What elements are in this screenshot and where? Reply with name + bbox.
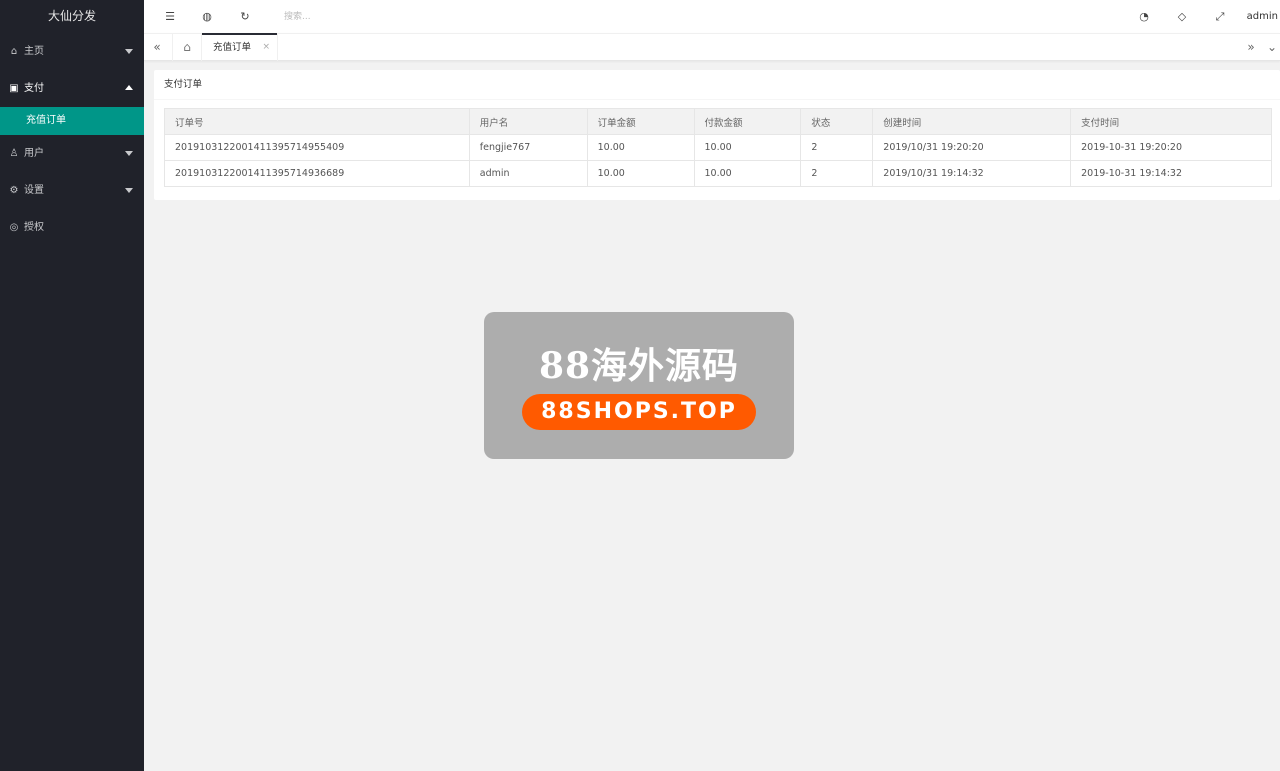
sidebar-item-label: 用户 [24,148,44,159]
cell-paid-amount: 10.00 [693,160,802,187]
cell-order-amount: 10.00 [586,134,695,161]
sidebar-item-settings[interactable]: ⚙ 设置 [0,172,144,209]
sidebar-item-payment[interactable]: ▣ 支付 [0,70,144,107]
tab-label: 充值订单 [213,42,252,53]
sidebar-item-label: 支付 [24,83,44,94]
cell-paid-amount: 10.00 [693,134,802,161]
refresh-icon[interactable]: ↻ [235,0,255,33]
app-logo-title[interactable]: 大仙分发 [0,0,144,33]
sidebar-item-label: 授权 [24,222,44,233]
column-header-created-at: 创建时间 [872,108,1072,135]
column-header-order-no: 订单号 [164,108,470,135]
column-header-username: 用户名 [468,108,588,135]
theme-palette-icon[interactable]: ◔ [1134,0,1154,33]
cell-order-no: 2019103122001411395714936689 [164,160,470,187]
chevron-down-icon [125,49,133,54]
cell-status: 2 [800,134,874,161]
cell-created-at: 2019/10/31 19:14:32 [872,160,1072,187]
table-row[interactable]: 2019103122001411395714936689 admin 10.00… [164,160,1272,187]
tab-home-icon[interactable]: ⌂ [172,34,202,61]
user-icon: ♙ [9,148,19,159]
chevron-down-icon [125,151,133,156]
chevron-up-icon [125,85,133,90]
cell-order-amount: 10.00 [586,160,695,187]
card-title: 支付订单 [154,70,1280,100]
column-header-order-amount: 订单金额 [586,108,695,135]
home-icon: ⌂ [10,46,18,57]
close-icon[interactable]: × [262,34,270,61]
menu-toggle-icon[interactable]: ☰ [160,0,180,33]
fullscreen-icon[interactable]: ⤢ [1210,0,1230,33]
chevron-down-icon[interactable]: ⌄ [1264,34,1280,61]
orders-table: 订单号 用户名 订单金额 付款金额 状态 创建时间 支付时间 201910312… [164,108,1272,187]
globe-icon[interactable]: ◍ [197,0,217,33]
watermark-overlay: 88海外源码 88SHOPS.TOP [484,312,794,459]
tabs-scroll-right-icon[interactable]: » [1238,34,1264,61]
cell-status: 2 [800,160,874,187]
sidebar-item-users[interactable]: ♙ 用户 [0,135,144,172]
cell-order-no: 20191031220014113957149554​09 [164,134,470,161]
tab-bar: « ⌂ 充值订单 × » ⌄ [144,33,1280,61]
cell-paid-at: 2019-10-31 19:14:32 [1070,160,1272,187]
cell-username: fengjie767 [468,134,588,161]
user-menu[interactable]: admin [1247,0,1278,33]
top-header: ☰ ◍ ↻ ◔ ◇ ⤢ admin [144,0,1280,33]
payment-icon: ▣ [9,83,19,94]
column-header-paid-amount: 付款金额 [693,108,802,135]
watermark-subtitle: 88SHOPS.TOP [522,394,756,430]
sidebar-item-label: 设置 [24,185,44,196]
cell-paid-at: 2019-10-31 19:20:20 [1070,134,1272,161]
tag-icon[interactable]: ◇ [1172,0,1192,33]
cell-created-at: 2019/10/31 19:20:20 [872,134,1072,161]
chevron-down-icon [125,188,133,193]
column-header-status: 状态 [800,108,874,135]
sidebar-subitem-recharge-orders[interactable]: 充值订单 [0,107,144,135]
sidebar: 大仙分发 ⌂ 主页 ▣ 支付 充值订单 ♙ 用户 ⚙ 设置 ◎ 授权 [0,0,144,771]
table-row[interactable]: 20191031220014113957149554​09 fengjie767… [164,134,1272,161]
search-input[interactable] [284,10,444,24]
orders-card: 支付订单 订单号 用户名 订单金额 付款金额 状态 创建时间 支付时间 2019… [154,70,1280,200]
cell-username: admin [468,160,588,187]
sidebar-item-home[interactable]: ⌂ 主页 [0,33,144,70]
column-header-paid-at: 支付时间 [1070,108,1272,135]
tabs-scroll-left-icon[interactable]: « [144,34,170,61]
sidebar-item-label: 主页 [24,46,44,57]
sidebar-item-authorization[interactable]: ◎ 授权 [0,209,144,246]
table-header-row: 订单号 用户名 订单金额 付款金额 状态 创建时间 支付时间 [164,108,1272,135]
tab-recharge-orders[interactable]: 充值订单 × [202,33,278,61]
shield-check-icon: ◎ [9,222,19,233]
gear-icon: ⚙ [9,185,19,196]
watermark-title: 88海外源码 [538,345,740,387]
sidebar-submenu-payment: 充值订单 [0,107,144,135]
